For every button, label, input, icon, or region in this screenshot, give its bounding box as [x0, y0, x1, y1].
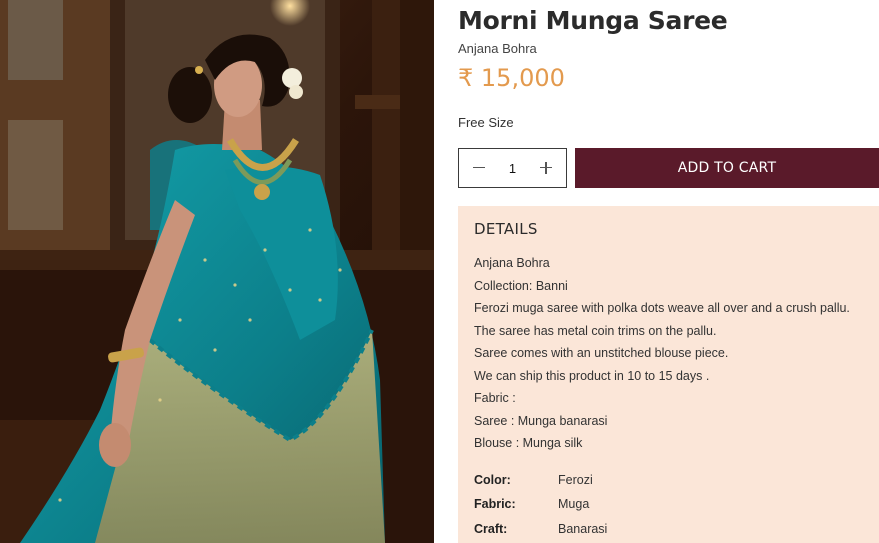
details-panel: DETAILS Anjana Bohra Collection: Banni F… [458, 206, 879, 543]
details-line: We can ship this product in 10 to 15 day… [474, 368, 710, 383]
product-info: Morni Munga Saree Anjana Bohra ₹ 15,000 … [458, 0, 879, 543]
size-label: Free Size [458, 115, 514, 130]
details-line: Anjana Bohra [474, 256, 550, 270]
product-price: ₹ 15,000 [458, 64, 565, 92]
add-to-cart-button[interactable]: ADD TO CART [575, 148, 879, 188]
minus-icon[interactable] [471, 160, 487, 176]
quantity-input[interactable] [497, 160, 528, 176]
attribute-key: Craft: [474, 521, 508, 536]
product-image[interactable] [0, 0, 434, 543]
attribute-value: Banarasi [558, 521, 608, 536]
details-line: Ferozi muga saree with polka dots weave … [474, 301, 850, 315]
details-line: Saree comes with an unstitched blouse pi… [474, 346, 729, 360]
details-heading: DETAILS [474, 220, 538, 238]
details-line: Saree : Munga banarasi [474, 413, 608, 428]
details-line: The saree has metal coin trims on the pa… [474, 323, 717, 338]
details-line: Collection: Banni [474, 278, 568, 293]
details-line: Fabric : [474, 391, 516, 405]
attribute-value: Muga [558, 497, 590, 512]
plus-icon[interactable] [538, 160, 554, 176]
quantity-stepper [458, 148, 567, 188]
attribute-row: Color: Ferozi [474, 468, 863, 493]
attribute-key: Color: [474, 472, 511, 487]
product-title: Morni Munga Saree [458, 6, 728, 35]
attribute-row: Fabric: Muga [474, 492, 863, 517]
details-description: Anjana Bohra Collection: Banni Ferozi mu… [474, 252, 863, 455]
designer-name[interactable]: Anjana Bohra [458, 41, 537, 56]
attribute-value: Ferozi [558, 472, 593, 487]
attribute-row: Craft: Banarasi [474, 517, 863, 542]
attribute-list: Color: Ferozi Fabric: Muga Craft: Banara… [474, 468, 863, 542]
attribute-key: Fabric: [474, 497, 516, 512]
details-line: Blouse : Munga silk [474, 436, 583, 450]
